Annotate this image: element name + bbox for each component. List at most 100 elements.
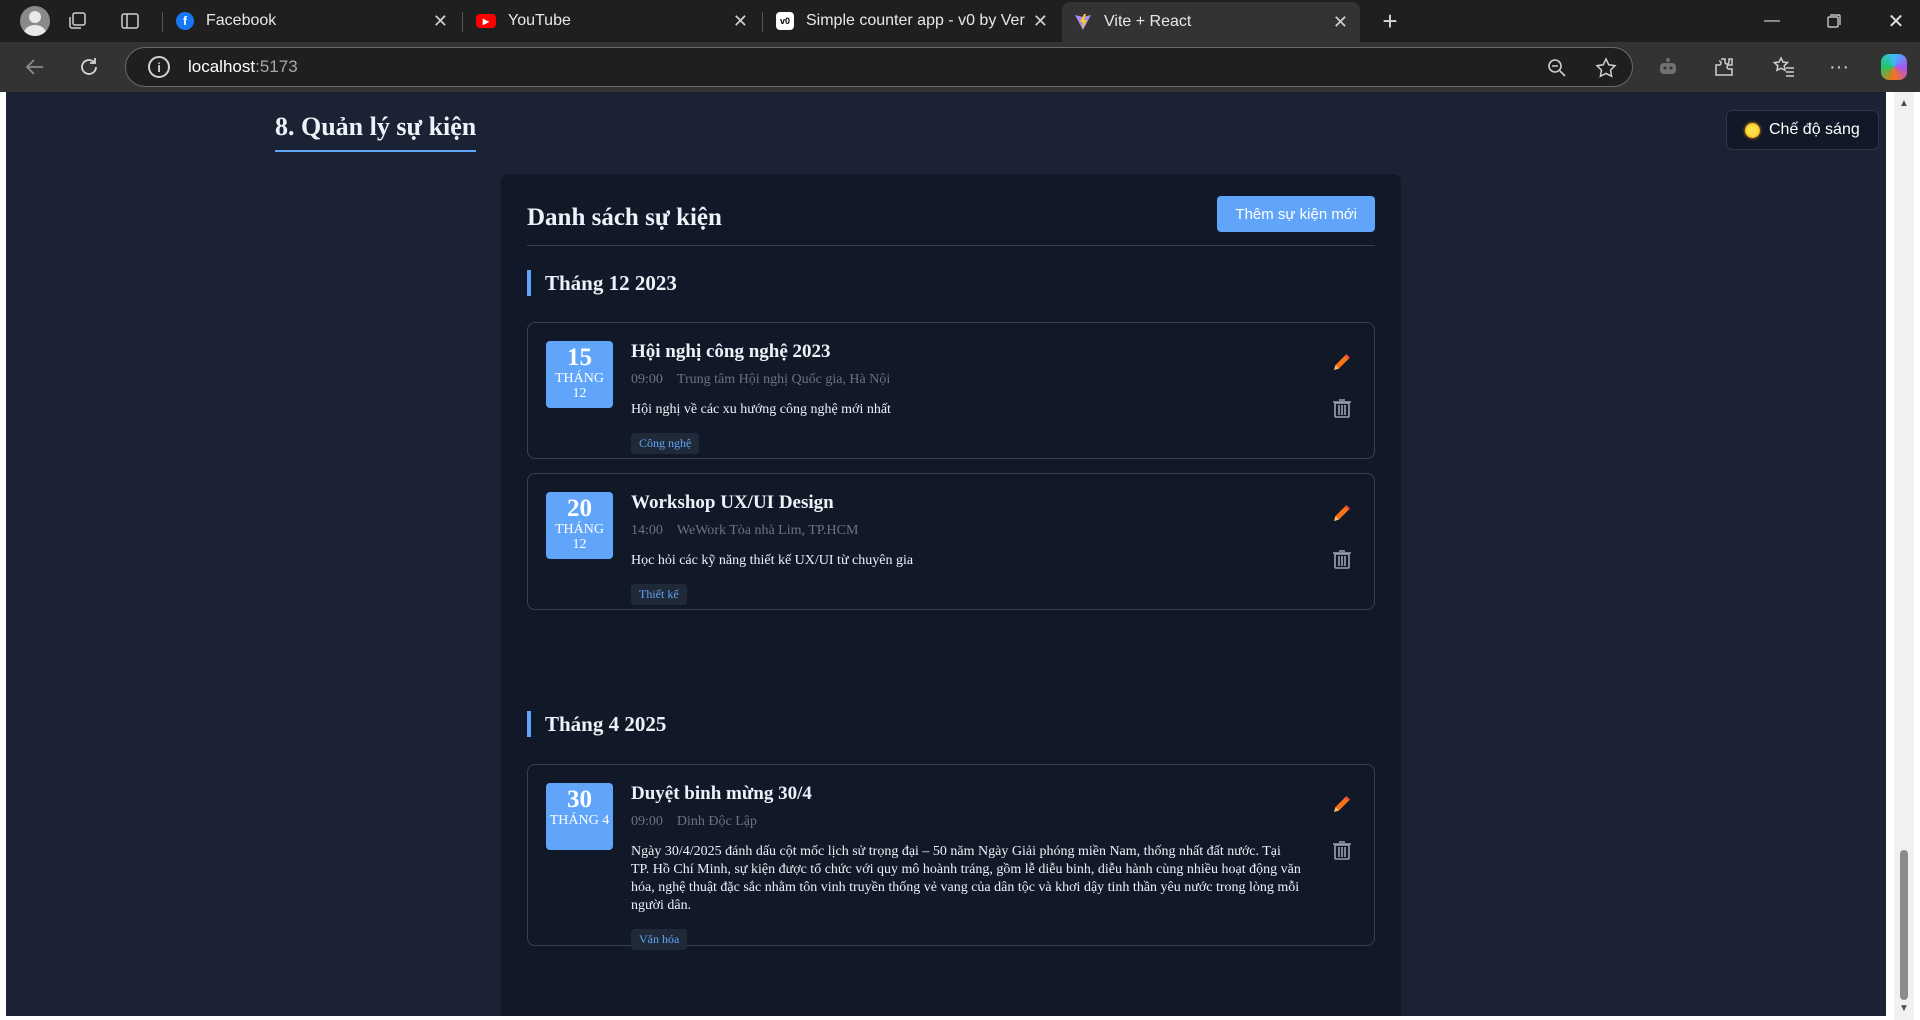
url-host: localhost bbox=[188, 57, 256, 76]
tab-separator bbox=[762, 12, 763, 32]
event-meta: 14:00 WeWork Tòa nhà Lim, TP.HCM bbox=[631, 522, 1301, 540]
event-list-title: Danh sách sự kiện bbox=[527, 204, 722, 231]
theme-toggle-label: Chế độ sáng bbox=[1769, 121, 1860, 138]
robot-extension-icon[interactable] bbox=[1654, 55, 1682, 79]
event-description: Học hỏi các kỹ năng thiết kế UX/UI từ ch… bbox=[631, 553, 914, 568]
new-tab-button[interactable]: + bbox=[1372, 0, 1408, 42]
address-toolbar: i localhost:5173 ··· bbox=[0, 42, 1920, 92]
event-actions bbox=[1328, 791, 1356, 881]
close-icon[interactable]: ✕ bbox=[1033, 11, 1048, 32]
event-item: 30 THÁNG 4 Duyệt binh mừng 30/4 09:00 Din… bbox=[527, 764, 1375, 950]
date-month-label: THÁNG bbox=[555, 522, 604, 537]
event-list-card: Danh sách sự kiện Thêm sự kiện mới Tháng… bbox=[501, 174, 1401, 1016]
refresh-button[interactable] bbox=[69, 50, 109, 84]
tab-title: Vite + React bbox=[1104, 13, 1192, 30]
event-details: Hội nghị công nghệ 2023 09:00 Trung tâm H… bbox=[631, 341, 1301, 454]
page-title: 8. Quản lý sự kiện bbox=[275, 112, 477, 152]
event-time: 09:00 bbox=[631, 372, 663, 387]
event-item: 20 THÁNG 12 Workshop UX/UI Design 14:00 W… bbox=[527, 473, 1375, 610]
event-tag: Văn hóa bbox=[631, 929, 688, 950]
page-scrollbar[interactable]: ▲ ▼ bbox=[1894, 92, 1914, 1020]
address-bar[interactable]: i localhost:5173 bbox=[125, 47, 1633, 87]
event-meta: 09:00 Trung tâm Hội nghị Quốc gia, Hà Nội bbox=[631, 371, 1301, 389]
date-month-label: THÁNG bbox=[555, 371, 604, 386]
date-month-number: 12 bbox=[572, 537, 587, 552]
date-day: 15 bbox=[567, 344, 592, 371]
trash-icon[interactable] bbox=[1328, 545, 1356, 573]
month-label: Tháng 4 2025 bbox=[545, 712, 667, 736]
close-icon[interactable]: ✕ bbox=[1333, 12, 1348, 33]
favorites-icon[interactable] bbox=[1770, 55, 1798, 79]
close-icon[interactable]: ✕ bbox=[433, 11, 448, 32]
extensions-icon[interactable] bbox=[1710, 55, 1738, 79]
month-group-heading: Tháng 12 2023 bbox=[527, 270, 677, 296]
copilot-icon[interactable] bbox=[1880, 54, 1908, 80]
date-month-label: THÁNG 4 bbox=[549, 813, 610, 828]
close-icon[interactable]: ✕ bbox=[733, 11, 748, 32]
youtube-icon: ▶ bbox=[476, 14, 496, 28]
event-description: Hội nghị về các xu hướng công nghệ mới n… bbox=[631, 402, 891, 417]
back-button[interactable] bbox=[15, 50, 55, 84]
event-location: Trung tâm Hội nghị Quốc gia, Hà Nội bbox=[676, 372, 891, 387]
event-details: Workshop UX/UI Design 14:00 WeWork Tòa nh… bbox=[631, 492, 1301, 605]
tab-separator bbox=[462, 12, 463, 32]
event-location: Dinh Độc Lập bbox=[676, 814, 757, 829]
tab-facebook[interactable]: f Facebook ✕ bbox=[164, 0, 460, 42]
tab-youtube[interactable]: ▶ YouTube ✕ bbox=[464, 0, 760, 42]
date-day: 20 bbox=[567, 495, 592, 522]
date-badge: 30 THÁNG 4 bbox=[546, 783, 613, 850]
event-list-header: Danh sách sự kiện Thêm sự kiện mới bbox=[527, 196, 1375, 246]
profile-avatar[interactable] bbox=[12, 0, 58, 42]
workspaces-icon[interactable] bbox=[54, 0, 100, 42]
restore-button[interactable] bbox=[1802, 0, 1866, 42]
date-badge: 20 THÁNG 12 bbox=[546, 492, 613, 559]
scroll-down-arrow-icon[interactable]: ▼ bbox=[1899, 1003, 1909, 1014]
scroll-up-arrow-icon[interactable]: ▲ bbox=[1899, 98, 1909, 109]
trash-icon[interactable] bbox=[1328, 836, 1356, 864]
app-page: 8. Quản lý sự kiện Chế độ sáng Danh sách… bbox=[6, 92, 1886, 1016]
month-group-heading: Tháng 4 2025 bbox=[527, 711, 666, 737]
trash-icon[interactable] bbox=[1328, 394, 1356, 422]
page-viewport: 8. Quản lý sự kiện Chế độ sáng Danh sách… bbox=[0, 92, 1920, 1020]
scroll-thumb[interactable] bbox=[1900, 850, 1908, 1000]
event-details: Duyệt binh mừng 30/4 09:00 Dinh Độc Lập N… bbox=[631, 783, 1301, 950]
close-window-button[interactable]: ✕ bbox=[1864, 0, 1920, 42]
event-tag: Công nghệ bbox=[631, 433, 700, 454]
vite-icon bbox=[1074, 13, 1092, 31]
more-menu-icon[interactable]: ··· bbox=[1825, 55, 1853, 79]
event-title: Duyệt binh mừng 30/4 bbox=[631, 783, 812, 804]
pencil-icon[interactable] bbox=[1328, 500, 1356, 528]
minimize-button[interactable]: — bbox=[1740, 0, 1804, 42]
event-location: WeWork Tòa nhà Lim, TP.HCM bbox=[676, 523, 859, 538]
month-label: Tháng 12 2023 bbox=[545, 271, 677, 295]
theme-toggle-button[interactable]: Chế độ sáng bbox=[1726, 110, 1879, 150]
copilot-logo bbox=[1881, 54, 1907, 80]
date-month-number: 12 bbox=[572, 386, 587, 401]
tab-title: Simple counter app - v0 by Vercel bbox=[806, 12, 1025, 29]
browser-tab-strip: f Facebook ✕ ▶ YouTube ✕ v0 Simple count… bbox=[0, 0, 1920, 42]
url-port: :5173 bbox=[255, 57, 298, 76]
event-time: 14:00 bbox=[631, 523, 663, 538]
site-info-icon[interactable]: i bbox=[148, 56, 170, 78]
event-tag: Thiết kế bbox=[631, 584, 687, 605]
tab-actions-icon[interactable] bbox=[107, 0, 153, 42]
date-badge: 15 THÁNG 12 bbox=[546, 341, 613, 408]
tab-v0-vercel[interactable]: v0 Simple counter app - v0 by Vercel ✕ bbox=[764, 0, 1060, 42]
event-item: 15 THÁNG 12 Hội nghị công nghệ 2023 09:0… bbox=[527, 322, 1375, 459]
tab-vite-react[interactable]: Vite + React ✕ bbox=[1062, 2, 1360, 42]
favorite-star-icon[interactable] bbox=[1592, 56, 1620, 80]
tab-title: Facebook bbox=[206, 12, 277, 29]
zoom-out-icon[interactable] bbox=[1543, 56, 1571, 80]
event-time: 09:00 bbox=[631, 814, 663, 829]
facebook-icon: f bbox=[176, 12, 194, 30]
add-event-button[interactable]: Thêm sự kiện mới bbox=[1217, 196, 1375, 232]
pencil-icon[interactable] bbox=[1328, 349, 1356, 377]
avatar bbox=[20, 6, 50, 36]
url-text[interactable]: localhost:5173 bbox=[188, 57, 298, 77]
event-title: Hội nghị công nghệ 2023 bbox=[631, 341, 831, 362]
date-day: 30 bbox=[567, 786, 592, 813]
pencil-icon[interactable] bbox=[1328, 791, 1356, 819]
tab-title: YouTube bbox=[508, 12, 571, 29]
event-actions bbox=[1328, 349, 1356, 439]
event-meta: 09:00 Dinh Độc Lập bbox=[631, 813, 1301, 831]
